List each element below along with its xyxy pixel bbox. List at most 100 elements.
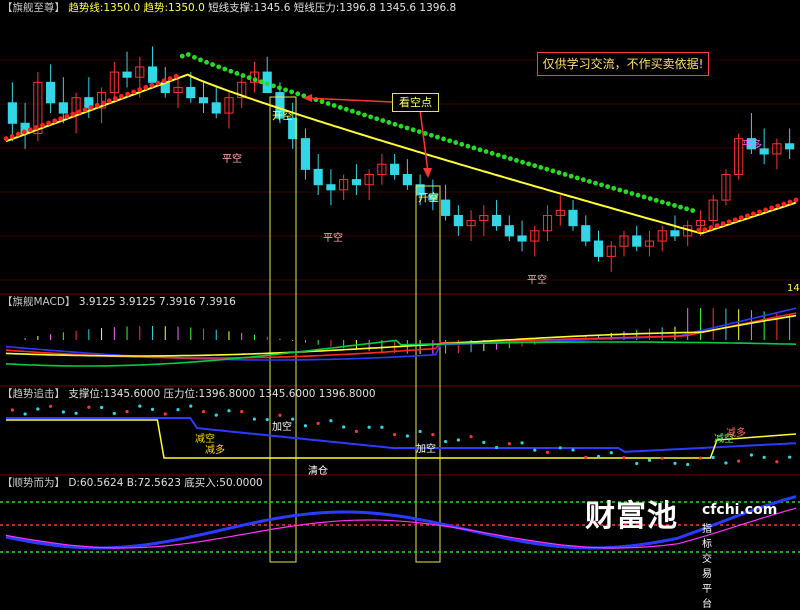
trend-dot — [58, 116, 64, 122]
watermark-slogan: 指标交易平台 — [702, 524, 712, 610]
pursuit-dot — [737, 459, 741, 463]
pursuit-panel-header: 【趋势追击】 支撑位:1345.6000 压力位:1396.8000 1345.… — [2, 387, 376, 401]
trend-dot — [94, 102, 100, 108]
pursuit-dot — [609, 451, 613, 455]
trend-dot — [781, 201, 787, 207]
trend-dot — [623, 189, 629, 195]
trend-dot — [483, 149, 489, 154]
trend-dot — [489, 150, 495, 156]
pursuit-dot — [189, 404, 193, 408]
pursuit-dot — [163, 412, 167, 416]
candle-body — [670, 230, 680, 237]
trend-dot — [453, 140, 459, 145]
pursuit-dot — [367, 425, 371, 429]
pursuit-dot — [788, 455, 792, 459]
trend-dot — [46, 120, 51, 126]
trend-dot — [277, 85, 282, 91]
pursuit-dot — [431, 432, 435, 437]
pursuit-yellow-line — [6, 419, 797, 459]
macd-panel-header: 【旗舰MACD】 3.9125 3.9125 7.3916 7.3916 — [2, 295, 236, 309]
macd-panel-tag: 【旗舰MACD】 — [2, 296, 76, 308]
trend-dot — [331, 103, 337, 108]
trend-dot — [191, 54, 197, 60]
trend-dot — [143, 85, 149, 90]
candle-body — [46, 81, 56, 104]
trend-dot — [173, 73, 179, 79]
open-short-label-2: 开空 — [418, 192, 439, 204]
trend-dot — [100, 100, 106, 106]
trend-dot — [665, 201, 671, 207]
pursuit-dot — [686, 462, 690, 467]
pursuit-dot — [660, 456, 664, 460]
trend-dot — [684, 206, 690, 212]
pursuit-dot — [176, 407, 180, 412]
trend-dot — [70, 111, 76, 117]
trend-dot — [428, 132, 434, 138]
trend-dot — [410, 127, 416, 133]
candle-body — [58, 102, 68, 114]
trend-dot — [398, 123, 404, 129]
candle-body — [402, 173, 412, 186]
trend-dot — [763, 207, 769, 213]
trend-dot — [501, 154, 507, 160]
trend-dot — [520, 159, 525, 165]
trend-dot — [599, 182, 604, 188]
disclaimer-box: 仅供学习交流，不作买卖依据! — [537, 52, 709, 76]
trend-dot — [586, 179, 592, 184]
trend-dot — [738, 215, 744, 221]
pursuit-dot — [494, 445, 499, 450]
pursuit-dot — [265, 417, 269, 422]
trend-dot — [76, 109, 82, 115]
trend-dot — [605, 184, 611, 189]
trend-dot — [155, 80, 161, 86]
candle-body — [568, 209, 578, 227]
trend-dot — [714, 223, 720, 229]
pursuit-dot — [342, 425, 346, 429]
candle-body — [300, 138, 311, 170]
pursuit-dot — [99, 405, 104, 410]
pursuit-dot — [74, 411, 78, 415]
trend-dot — [793, 197, 799, 203]
pursuit-dot — [61, 410, 65, 414]
pursuit-dot — [380, 425, 384, 429]
pursuit-dot — [647, 458, 652, 462]
pursuit-dot — [711, 455, 715, 460]
trend-dot — [88, 105, 94, 110]
watermark-domain: cfchi.com — [702, 502, 778, 518]
trend-dot — [471, 145, 477, 151]
pursuit-dot — [596, 454, 601, 459]
pursuit-dot — [469, 435, 473, 439]
trend-dot — [617, 187, 623, 193]
trend-dot — [137, 87, 143, 93]
pursuit-dot — [138, 404, 142, 408]
candle-body — [122, 71, 132, 78]
pursuit-dot — [316, 421, 320, 426]
close-long-label: 平多 — [742, 140, 762, 151]
trend-dot — [538, 165, 544, 170]
macd-dea-line — [5, 307, 797, 361]
candle-body — [351, 179, 361, 186]
trend-dot — [678, 204, 683, 210]
trend-dot — [368, 114, 374, 120]
trend-dot — [611, 185, 617, 191]
pursuit-panel-tag: 【趋势追击】 — [2, 388, 65, 400]
trend-dot — [283, 87, 288, 93]
follow-values: D:60.5624 B:72.5623 底买入:50.0000 — [68, 477, 263, 489]
trend-dot — [392, 121, 398, 127]
trend-dot — [708, 225, 714, 231]
trend-dot — [362, 112, 367, 118]
pursuit-dot — [354, 429, 359, 433]
candle-body — [186, 86, 196, 99]
watermark: 财富池 cfchi.com 指标交易平台 — [585, 500, 777, 610]
pursuit-dot — [418, 429, 422, 434]
support-value: 短线支撑:1345.6 — [208, 2, 291, 14]
pursuit-dot — [278, 413, 282, 417]
trend-dot — [775, 203, 781, 209]
pursuit-dot — [329, 419, 333, 423]
trend-dot — [82, 107, 88, 113]
trend-dot — [465, 143, 471, 149]
trend-dot — [106, 98, 112, 104]
chart-stage: 【旗舰至尊】 趋势线:1350.0 趋势:1350.0 短线支撑:1345.6 … — [0, 0, 800, 610]
trend-dot — [404, 125, 410, 131]
pursuit-dot — [393, 433, 397, 437]
